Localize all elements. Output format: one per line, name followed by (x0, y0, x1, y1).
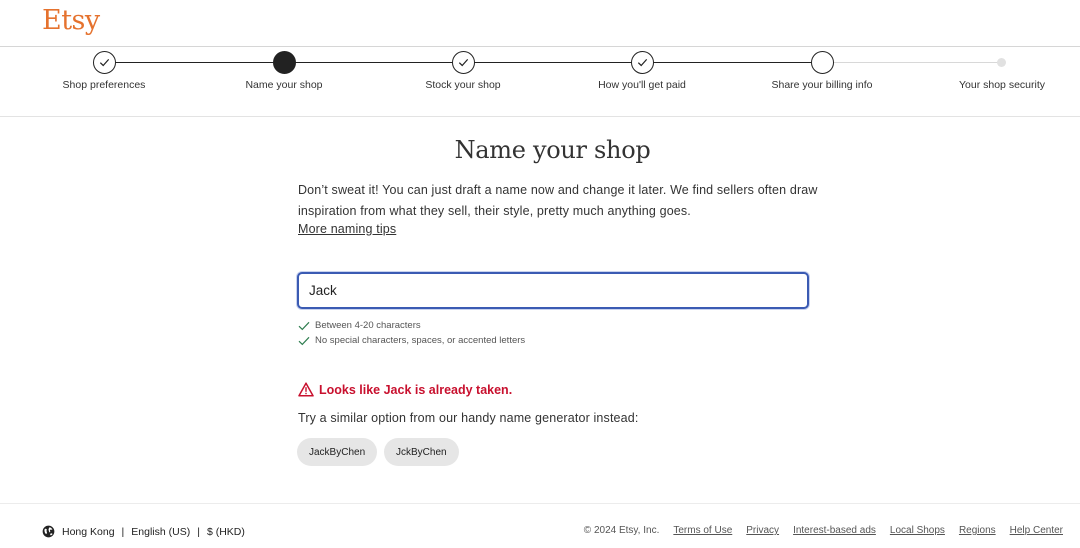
region-label: Hong Kong (62, 525, 115, 538)
step-label: Stock your shop (425, 79, 501, 91)
name-taken-error: Looks like Jack is already taken. (298, 382, 512, 397)
step-label: Your shop security (959, 79, 1045, 91)
regions-link[interactable]: Regions (959, 525, 996, 536)
divider: | (121, 525, 125, 538)
progress-stepper: Shop preferences Name your shop Stock yo… (0, 47, 1080, 117)
check-icon (298, 336, 310, 345)
locale-settings[interactable]: Hong Kong | English (US) | $ (HKD) (42, 525, 245, 538)
header: Etsy (0, 0, 1080, 47)
help-center-link[interactable]: Help Center (1010, 525, 1063, 536)
divider: | (197, 525, 200, 538)
globe-icon (42, 525, 55, 538)
step-connector (284, 62, 463, 63)
suggestion-chip[interactable]: JackByChen (297, 438, 378, 466)
step-label: How you'll get paid (598, 79, 686, 91)
step-node-stock-your-shop[interactable] (452, 51, 475, 74)
rule-text: No special characters, spaces, or accent… (315, 335, 526, 346)
check-icon (637, 58, 648, 67)
step-node-shop-preferences[interactable] (93, 51, 116, 74)
language-label: English (US) (131, 525, 191, 538)
step-label: Share your billing info (771, 79, 873, 91)
step-connector (104, 62, 284, 63)
step-node-get-paid[interactable] (631, 51, 654, 74)
footer-divider (0, 503, 1080, 504)
etsy-logo[interactable]: Etsy (42, 5, 100, 36)
shop-name-input[interactable] (297, 272, 809, 309)
interest-based-ads-link[interactable]: Interest-based ads (793, 525, 876, 536)
naming-tips-link[interactable]: More naming tips (298, 222, 396, 236)
page-title: Name your shop (454, 136, 651, 164)
step-node-billing-info[interactable] (811, 51, 834, 74)
page-description: Don’t sweat it! You can just draft a nam… (298, 183, 818, 218)
check-icon (458, 58, 469, 67)
suggestion-chip[interactable]: JckByChen (384, 438, 459, 466)
privacy-link[interactable]: Privacy (746, 525, 779, 536)
suggestion-prompt: Try a similar option from our handy name… (298, 411, 639, 425)
step-connector (642, 62, 822, 63)
warning-icon (298, 382, 314, 397)
step-node-shop-security (997, 58, 1006, 67)
copyright: © 2024 Etsy, Inc. (583, 525, 660, 536)
currency-label: $ (HKD) (206, 525, 245, 538)
footer-links: © 2024 Etsy, Inc. Terms of Use Privacy I… (584, 525, 1063, 536)
rule-text: Between 4-20 characters (315, 320, 421, 331)
check-icon (298, 321, 310, 330)
terms-link[interactable]: Terms of Use (673, 525, 732, 536)
local-shops-link[interactable]: Local Shops (890, 525, 945, 536)
check-icon (99, 58, 110, 67)
error-text: Looks like Jack is already taken. (319, 382, 513, 397)
rule-characters: No special characters, spaces, or accent… (298, 335, 525, 346)
step-connector (822, 62, 1002, 63)
rule-length: Between 4-20 characters (298, 320, 421, 331)
step-node-name-your-shop[interactable] (273, 51, 296, 74)
step-connector (463, 62, 642, 63)
step-label: Name your shop (245, 79, 323, 91)
step-label: Shop preferences (62, 79, 146, 91)
